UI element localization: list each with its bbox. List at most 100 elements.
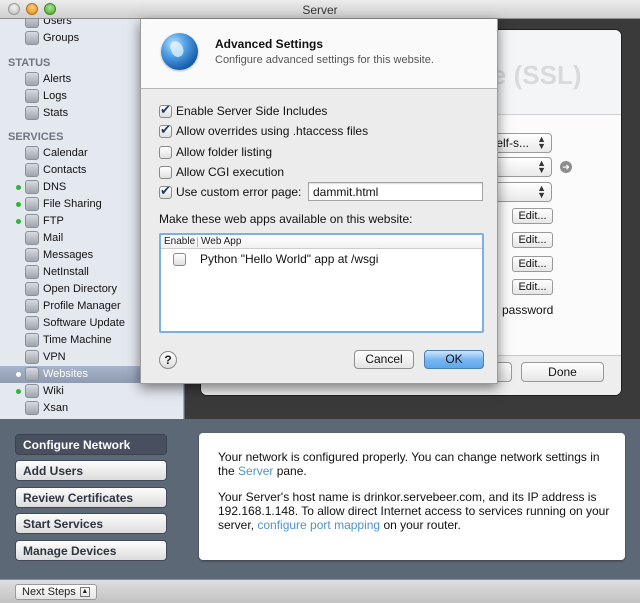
service-running-indicator bbox=[16, 185, 21, 190]
reveal-arrow-icon[interactable]: ➜ bbox=[560, 161, 572, 173]
sidebar-item-label: Logs bbox=[43, 90, 67, 102]
error-page-input[interactable]: dammit.html bbox=[308, 182, 483, 201]
text: on your router. bbox=[380, 518, 461, 532]
table-row[interactable]: Python "Hello World" app at /wsgi bbox=[161, 251, 482, 269]
option-label: Enable Server Side Includes bbox=[176, 104, 328, 118]
popup-arrows-icon: ▲ ▼ bbox=[537, 158, 546, 175]
port-mapping-link[interactable]: configure port mapping bbox=[257, 518, 380, 532]
mail-icon bbox=[25, 231, 39, 245]
sidebar-item-label: Software Update bbox=[43, 317, 125, 329]
option-server-side-includes[interactable]: Enable Server Side Includes bbox=[159, 102, 328, 119]
advanced-settings-dialog: Advanced Settings Configure advanced set… bbox=[140, 19, 498, 384]
dialog-subtitle: Configure advanced settings for this web… bbox=[215, 54, 434, 66]
column-divider bbox=[197, 237, 198, 247]
sidebar-item-label: Alerts bbox=[43, 73, 72, 85]
sidebar-item-label: Wiki bbox=[43, 385, 64, 397]
service-running-indicator bbox=[16, 202, 21, 207]
edit-button-2[interactable]: Edit... bbox=[512, 232, 553, 248]
dialog-title: Advanced Settings bbox=[215, 37, 324, 51]
status-bar: Next Steps ▲ bbox=[0, 579, 640, 603]
vpn-icon bbox=[25, 350, 39, 364]
option-cgi-execution[interactable]: Allow CGI execution bbox=[159, 164, 284, 180]
checkbox[interactable] bbox=[159, 165, 172, 179]
megaphone-icon bbox=[25, 72, 39, 86]
section-status: STATUS bbox=[8, 57, 51, 69]
start-services-button[interactable]: Start Services bbox=[15, 513, 167, 534]
help-button[interactable]: ? bbox=[159, 351, 177, 369]
server-pane-link[interactable]: Server bbox=[238, 464, 273, 478]
enable-web-app-checkbox[interactable] bbox=[173, 253, 186, 266]
time-machine-icon bbox=[25, 333, 39, 347]
title-bar: Server bbox=[0, 0, 640, 19]
file-sharing-icon bbox=[25, 197, 39, 211]
netinstall-icon bbox=[25, 265, 39, 279]
next-steps-label: Next Steps bbox=[22, 586, 76, 598]
sidebar-item-label: Profile Manager bbox=[43, 300, 121, 312]
sidebar-item-label: Groups bbox=[43, 32, 80, 44]
column-header-web-app[interactable]: Web App bbox=[201, 236, 241, 247]
checkbox[interactable] bbox=[159, 102, 172, 118]
groups-icon bbox=[25, 31, 39, 45]
profile-manager-icon bbox=[25, 299, 39, 313]
sidebar-item-label: Contacts bbox=[43, 164, 87, 176]
service-running-indicator bbox=[16, 389, 21, 394]
option-label: Use custom error page: bbox=[176, 185, 302, 199]
open-directory-icon bbox=[25, 282, 39, 296]
text: pane. bbox=[273, 464, 307, 478]
ok-button[interactable]: OK bbox=[424, 350, 484, 369]
sidebar-item-label: Open Directory bbox=[43, 283, 117, 295]
table-header: Enable Web App bbox=[161, 235, 482, 249]
sidebar-item-label: Mail bbox=[43, 232, 64, 244]
sidebar-item-label: VPN bbox=[43, 351, 66, 363]
edit-button-3[interactable]: Edit... bbox=[512, 256, 553, 272]
cancel-button[interactable]: Cancel bbox=[354, 350, 414, 369]
network-status-text: Your network is configured properly. You… bbox=[218, 450, 618, 478]
edit-button-1[interactable]: Edit... bbox=[512, 208, 553, 224]
logs-icon bbox=[25, 89, 39, 103]
sidebar-item-label: File Sharing bbox=[43, 198, 102, 210]
option-custom-error-page[interactable]: Use custom error page: bbox=[159, 183, 302, 200]
column-header-enable[interactable]: Enable bbox=[164, 236, 195, 247]
users-icon bbox=[25, 19, 39, 28]
ftp-icon bbox=[25, 214, 39, 228]
calendar-icon bbox=[25, 146, 39, 160]
window-title: Server bbox=[302, 3, 338, 17]
service-running-indicator bbox=[16, 219, 21, 224]
sidebar-item-xsan[interactable]: Xsan bbox=[0, 400, 183, 417]
option-folder-listing[interactable]: Allow folder listing bbox=[159, 144, 272, 160]
sidebar-item-label: FTP bbox=[43, 215, 64, 227]
next-steps-toggle[interactable]: Next Steps ▲ bbox=[15, 584, 97, 600]
sidebar-item-label: Websites bbox=[43, 368, 89, 380]
sidebar-item-wiki[interactable]: Wiki bbox=[0, 383, 183, 400]
sidebar-item-label: Calendar bbox=[43, 147, 88, 159]
stats-icon bbox=[25, 106, 39, 120]
xsan-icon bbox=[25, 401, 39, 415]
globe-icon bbox=[161, 33, 198, 70]
add-users-button[interactable]: Add Users bbox=[15, 460, 167, 481]
sidebar-item-label: Messages bbox=[43, 249, 94, 261]
sidebar-item-label: Xsan bbox=[43, 402, 69, 414]
web-app-name: Python "Hello World" app at /wsgi bbox=[200, 252, 379, 266]
sidebar-item-label: Stats bbox=[43, 107, 69, 119]
sidebar-item-label: Users bbox=[43, 19, 72, 27]
contacts-icon bbox=[25, 163, 39, 177]
edit-button-4[interactable]: Edit... bbox=[512, 279, 553, 295]
configure-network-button[interactable]: Configure Network bbox=[15, 434, 167, 455]
option-htaccess-overrides[interactable]: Allow overrides using .htaccess files bbox=[159, 122, 368, 139]
popup-arrows-icon: ▲ ▼ bbox=[537, 134, 546, 151]
wiki-icon bbox=[25, 384, 39, 398]
dialog-header: Advanced Settings Configure advanced set… bbox=[141, 19, 497, 89]
service-running-indicator bbox=[16, 372, 21, 377]
done-button[interactable]: Done bbox=[521, 362, 604, 382]
checkbox[interactable] bbox=[159, 183, 172, 199]
triangle-up-icon: ▲ bbox=[79, 587, 90, 598]
web-apps-table: Enable Web App Python "Hello World" app … bbox=[159, 233, 484, 333]
sidebar-item-label: Time Machine bbox=[43, 334, 112, 346]
checkbox[interactable] bbox=[159, 122, 172, 138]
popup-arrows-icon: ▲ ▼ bbox=[537, 183, 546, 200]
review-certificates-button[interactable]: Review Certificates bbox=[15, 487, 167, 508]
section-services: SERVICES bbox=[8, 131, 64, 143]
manage-devices-button[interactable]: Manage Devices bbox=[15, 540, 167, 561]
checkbox[interactable] bbox=[159, 145, 172, 159]
option-label: Allow folder listing bbox=[176, 145, 273, 159]
